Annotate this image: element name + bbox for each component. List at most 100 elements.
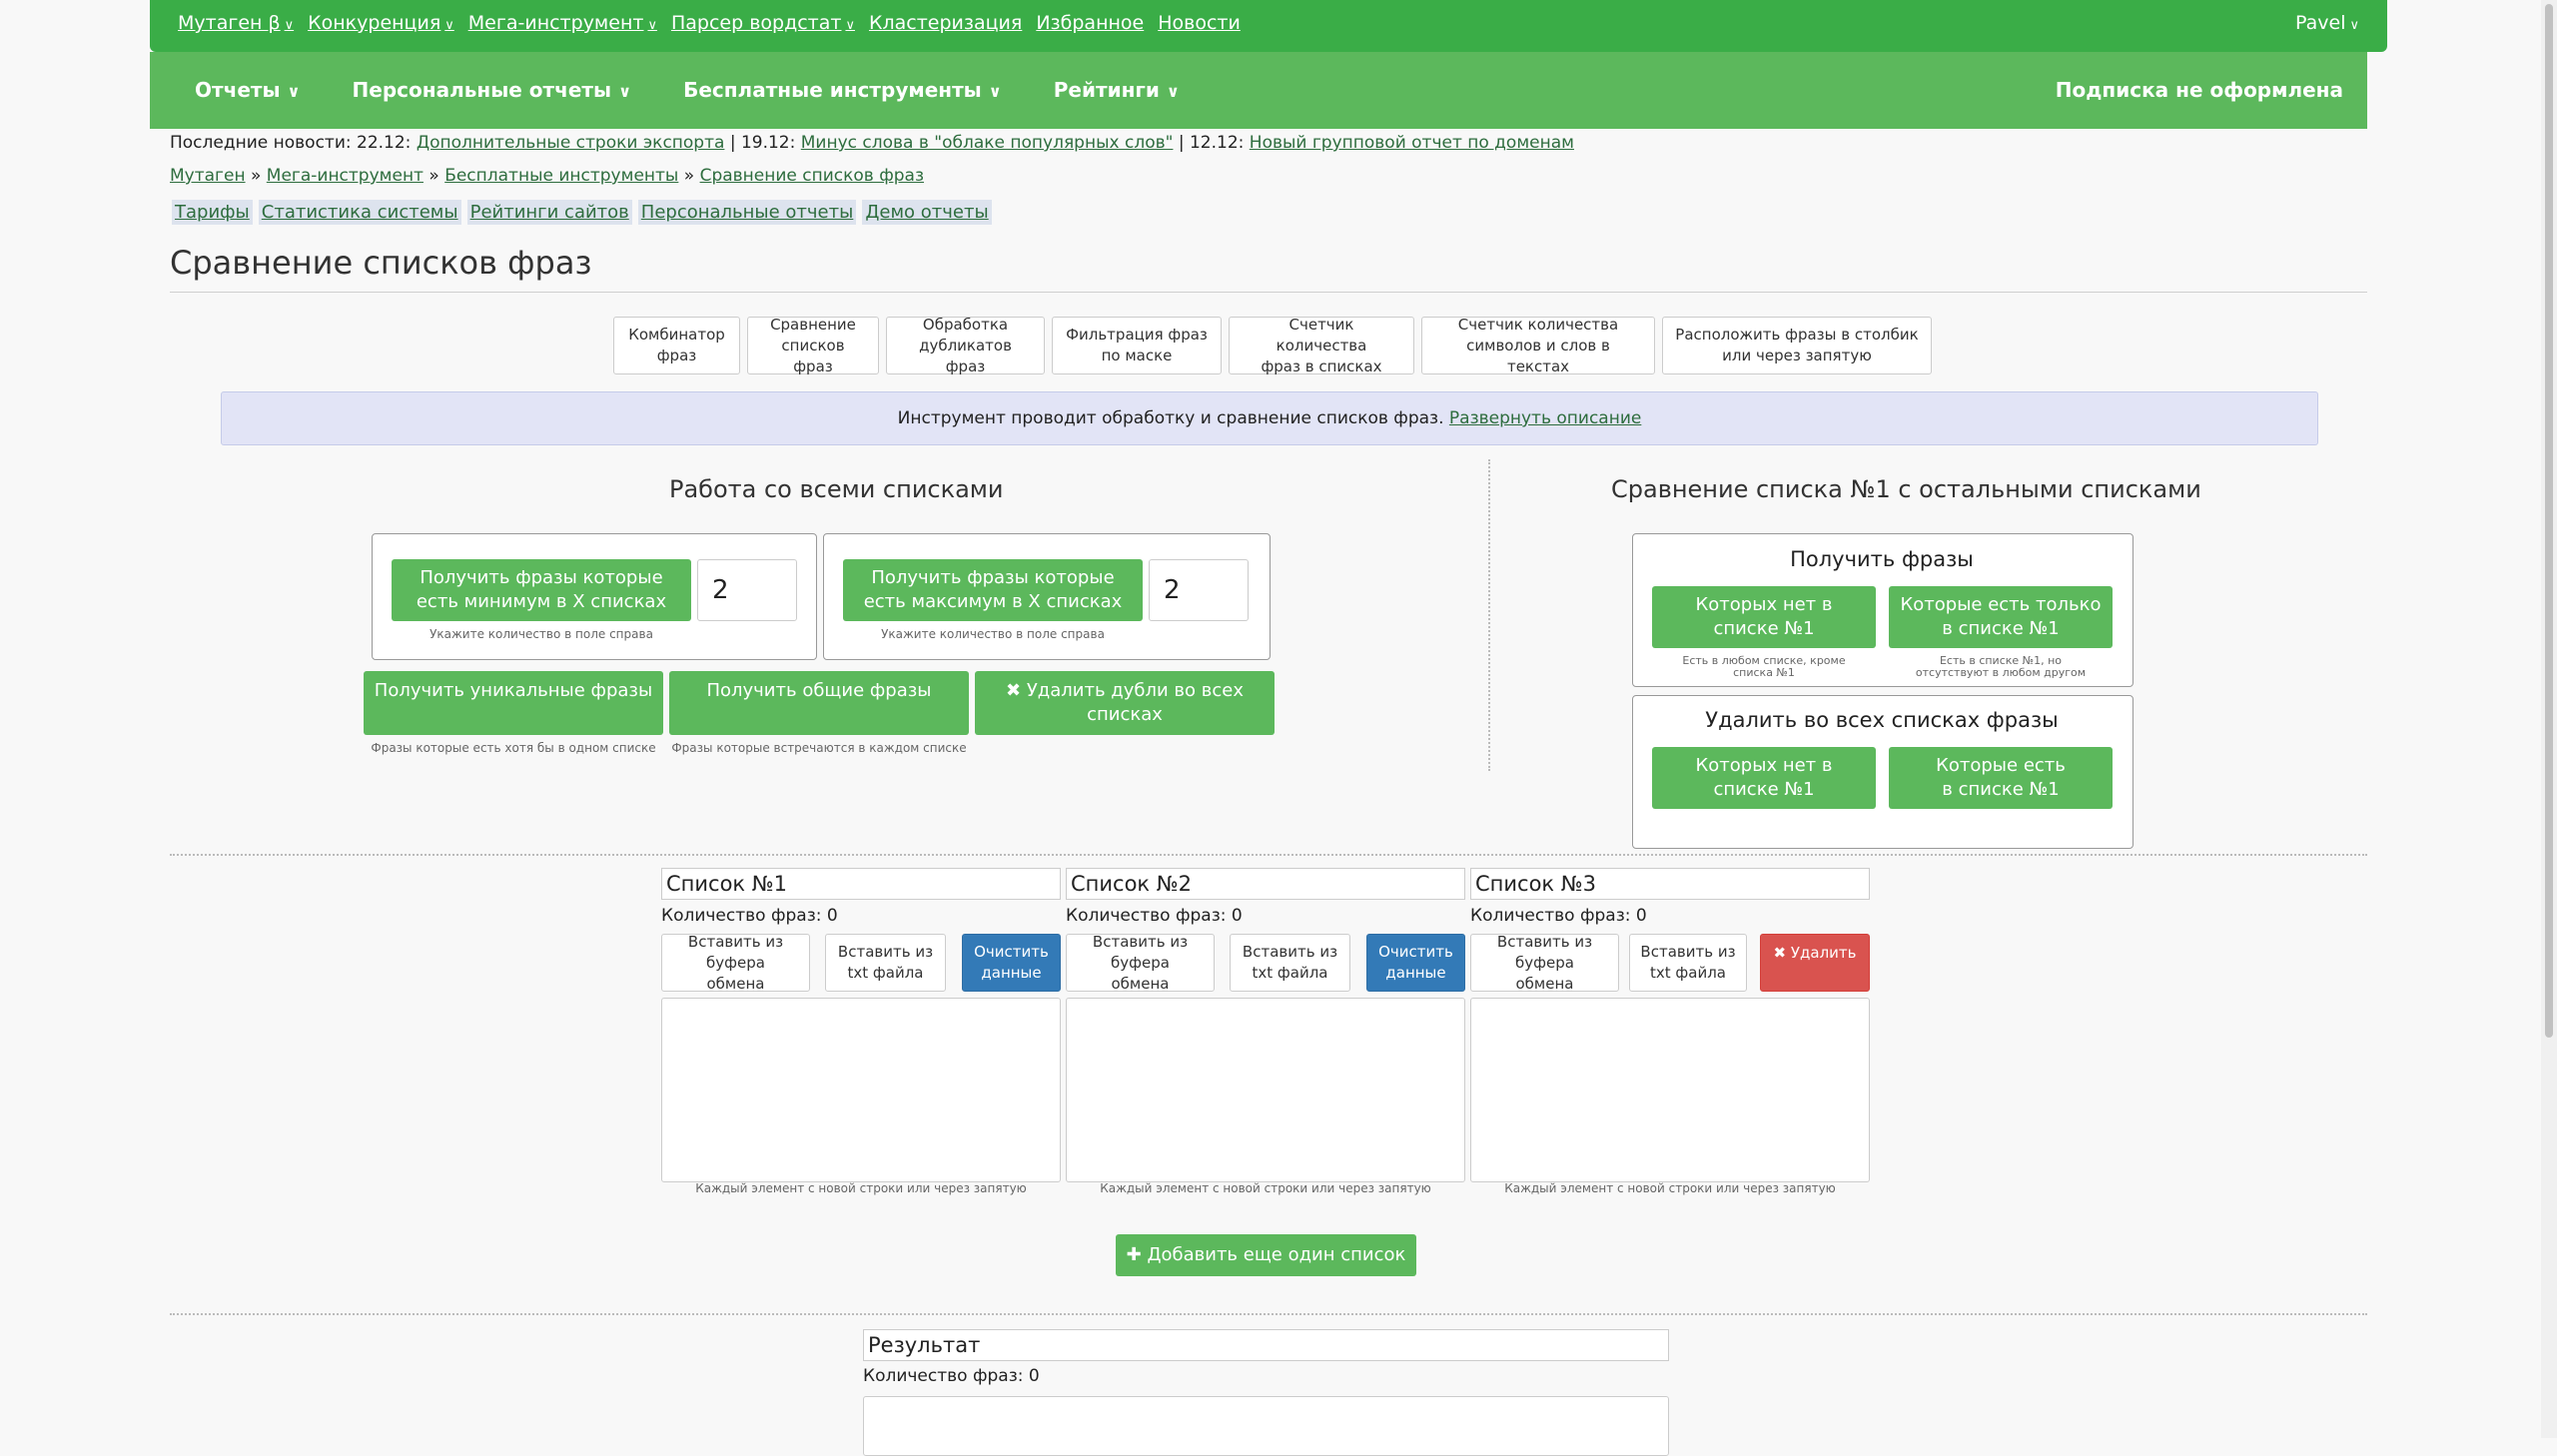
nav-clustering[interactable]: Кластеризация [869, 12, 1022, 34]
subnav-ratings[interactable]: Рейтинги ∨ [1054, 78, 1180, 102]
quicklink-stats[interactable]: Статистика системы [258, 200, 461, 225]
result-textarea[interactable] [863, 1396, 1669, 1456]
quicklink-ratings[interactable]: Рейтинги сайтов [466, 200, 632, 225]
chevron-down-icon: ∨ [988, 82, 1002, 101]
top-navbar: Мутаген β ∨ Конкуренция ∨ Мега-инструмент ∨… [150, 0, 2387, 52]
paste-clipboard-button[interactable]: Вставить из буфера обмена [1470, 933, 1619, 993]
max-count-input[interactable]: 2 [1149, 559, 1249, 621]
top-menu: Мутаген β ∨ Конкуренция ∨ Мега-инструмент ∨… [178, 12, 1241, 34]
tool-buttons: Комбинатор фраз Сравнение списков фраз Обр… [613, 316, 1932, 375]
scrollbar-thumb[interactable] [2545, 4, 2553, 1038]
remove-duplicates-button[interactable]: ✖ Удалить дубли во всех списках [975, 671, 1275, 735]
unique-hint: Фразы которые есть хотя бы в одном списк… [371, 741, 656, 755]
news-link[interactable]: Новый групповой отчет по доменам [1250, 133, 1574, 153]
list-name-input[interactable]: Список №1 [661, 868, 1061, 900]
nav-mutagen[interactable]: Мутаген β ∨ [178, 12, 294, 34]
tool-combinator-button[interactable]: Комбинатор фраз [613, 317, 740, 374]
chevron-down-icon: ∨ [287, 82, 301, 101]
subscription-status[interactable]: Подписка не оформлена [2056, 78, 2343, 102]
get-max-lists-button[interactable]: Получить фразы которые есть максимум в X… [843, 559, 1143, 621]
chevron-down-icon: ∨ [2349, 18, 2359, 33]
latest-news: Последние новости: 22.12: Дополнительные… [170, 133, 1574, 153]
list-hint: Каждый элемент с новой строки или через … [1504, 1181, 1836, 1195]
clear-data-button[interactable]: Очистить данные [1366, 934, 1465, 992]
field-hint: Укажите количество в поле справа [429, 627, 653, 641]
nav-favorites[interactable]: Избранное [1036, 12, 1144, 34]
nav-competition[interactable]: Конкуренция ∨ [308, 12, 454, 34]
close-icon: ✖ [1006, 680, 1022, 701]
subnav-free-tools[interactable]: Бесплатные инструменты ∨ [683, 78, 1002, 102]
result-name-input[interactable]: Результат [863, 1329, 1669, 1361]
chevron-down-icon: ∨ [647, 18, 657, 33]
subnav-personal-reports[interactable]: Персональные отчеты ∨ [353, 78, 632, 102]
news-link[interactable]: Дополнительные строки экспорта [417, 133, 725, 153]
get-phrases-title: Получить фразы [1790, 547, 1974, 571]
field-hint: Укажите количество в поле справа [881, 627, 1105, 641]
not-in-list1-button[interactable]: Которых нет в списке №1 [1652, 586, 1876, 648]
list-hint: Каждый элемент с новой строки или через … [1100, 1181, 1431, 1195]
add-list-button[interactable]: ✚ Добавить еще один список [1116, 1234, 1416, 1276]
list-textarea[interactable] [1066, 998, 1465, 1182]
not-in-list1-hint: Есть в любом списке, кроме списка №1 [1682, 654, 1846, 679]
list-hint: Каждый элемент с новой строки или через … [695, 1181, 1027, 1195]
compare-list1-title: Сравнение списка №1 с остальными спискам… [1611, 475, 2201, 503]
paste-clipboard-button[interactable]: Вставить из буфера обмена [1066, 933, 1215, 993]
breadcrumb-item[interactable]: Бесплатные инструменты [444, 166, 678, 186]
quick-links: Тарифы Статистика системы Рейтинги сайто… [172, 200, 992, 225]
divider [170, 854, 2367, 856]
min-count-input[interactable]: 2 [697, 559, 797, 621]
chevron-down-icon: ∨ [284, 18, 295, 33]
get-min-lists-button[interactable]: Получить фразы которые есть минимум в X … [392, 559, 691, 621]
info-banner: Инструмент проводит обработку и сравнени… [221, 391, 2318, 445]
common-hint: Фразы которые встречаются в каждом списк… [671, 741, 967, 755]
list-count: Количество фраз: 0 [1470, 906, 1647, 926]
quicklink-personal[interactable]: Персональные отчеты [637, 200, 857, 225]
tool-filter-button[interactable]: Фильтрация фраз по маске [1052, 317, 1222, 374]
tool-phrase-counter-button[interactable]: Счетчик количества фраз в списках [1229, 316, 1414, 375]
breadcrumb-item[interactable]: Мега-инструмент [267, 166, 424, 186]
divider [170, 1313, 2367, 1315]
list-textarea[interactable] [661, 998, 1061, 1182]
only-in-list1-hint: Есть в списке №1, но отсутствуют в любом… [1915, 654, 2087, 679]
list-count: Количество фраз: 0 [661, 906, 838, 926]
paste-clipboard-button[interactable]: Вставить из буфера обмена [661, 933, 810, 993]
breadcrumb-item[interactable]: Мутаген [170, 166, 246, 186]
sub-navbar: Отчеты ∨ Персональные отчеты ∨ Бесплатны… [150, 52, 2367, 129]
get-common-button[interactable]: Получить общие фразы [669, 671, 969, 735]
news-link[interactable]: Минус слова в "облаке популярных слов" [801, 133, 1174, 153]
section-divider [1488, 459, 1490, 771]
list-count: Количество фраз: 0 [1066, 906, 1243, 926]
breadcrumb-item[interactable]: Сравнение списков фраз [700, 166, 924, 186]
user-menu[interactable]: Pavel ∨ [2295, 12, 2359, 34]
quicklink-demo[interactable]: Демо отчеты [862, 200, 992, 225]
delete-in-list1-button[interactable]: Которые есть в списке №1 [1889, 747, 2113, 809]
nav-mega-tool[interactable]: Мега-инструмент ∨ [468, 12, 657, 34]
nav-wordstat-parser[interactable]: Парсер вордстат ∨ [671, 12, 855, 34]
quicklink-tariffs[interactable]: Тарифы [172, 200, 253, 225]
paste-txt-button[interactable]: Вставить из txt файла [1629, 934, 1747, 992]
delete-not-in-list1-button[interactable]: Которых нет в списке №1 [1652, 747, 1876, 809]
nav-news[interactable]: Новости [1158, 12, 1241, 34]
tool-char-counter-button[interactable]: Счетчик количества символов и слов в текс… [1421, 316, 1655, 375]
breadcrumb: Мутаген » Мега-инструмент » Бесплатные и… [170, 166, 925, 186]
get-unique-button[interactable]: Получить уникальные фразы [364, 671, 663, 735]
expand-description-link[interactable]: Развернуть описание [1449, 408, 1641, 428]
only-in-list1-button[interactable]: Которые есть только в списке №1 [1889, 586, 2113, 648]
delete-list-button[interactable]: ✖ Удалить [1760, 934, 1870, 992]
tool-duplicates-button[interactable]: Обработка дубликатов фраз [886, 316, 1045, 375]
tool-column-button[interactable]: Расположить фразы в столбик или через зап… [1662, 317, 1932, 374]
subnav-reports[interactable]: Отчеты ∨ [195, 78, 301, 102]
paste-txt-button[interactable]: Вставить из txt файла [825, 934, 946, 992]
paste-txt-button[interactable]: Вставить из txt файла [1230, 934, 1350, 992]
page-scrollbar[interactable] [2541, 0, 2557, 1438]
page-title: Сравнение списков фраз [170, 244, 2367, 293]
result-count: Количество фраз: 0 [863, 1366, 1040, 1386]
list-name-input[interactable]: Список №3 [1470, 868, 1870, 900]
chevron-down-icon: ∨ [1166, 82, 1180, 101]
list-name-input[interactable]: Список №2 [1066, 868, 1465, 900]
list-textarea[interactable] [1470, 998, 1870, 1182]
close-icon: ✖ [1773, 944, 1787, 962]
tool-compare-button[interactable]: Сравнение списков фраз [747, 316, 879, 375]
chevron-down-icon: ∨ [444, 18, 454, 33]
clear-data-button[interactable]: Очистить данные [962, 934, 1061, 992]
